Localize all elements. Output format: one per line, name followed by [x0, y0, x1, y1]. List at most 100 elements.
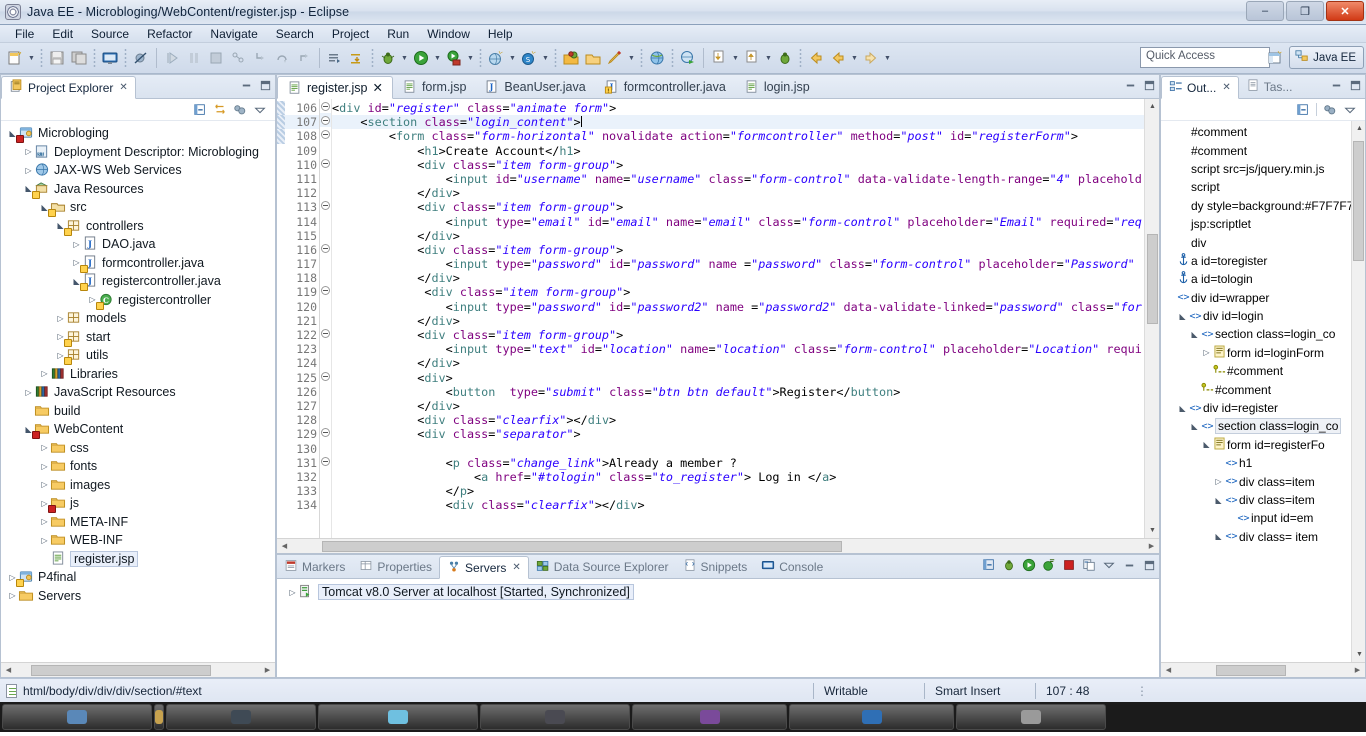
- back-icon[interactable]: [805, 47, 827, 69]
- outline-item[interactable]: dy style=background:#F7F7F7;: [1161, 197, 1351, 215]
- fold-toggle-icon[interactable]: [320, 127, 331, 141]
- debug-icon[interactable]: [377, 47, 399, 69]
- outline-item[interactable]: jsp:scriptlet: [1161, 215, 1351, 233]
- tree-item-fonts[interactable]: ▷ fonts: [1, 457, 275, 476]
- fold-toggle-icon[interactable]: [320, 99, 331, 113]
- tree-item-dao-java[interactable]: ▷ J DAO.java: [1, 235, 275, 254]
- new-wizard-icon[interactable]: [4, 47, 26, 69]
- tree-item-images[interactable]: ▷ images: [1, 476, 275, 495]
- outline-view-buttons[interactable]: [1329, 78, 1362, 92]
- bottom-maximize-icon[interactable]: [1142, 558, 1156, 572]
- code-line[interactable]: <input id="username" name="username" cla…: [332, 172, 1144, 186]
- scroll-down-icon[interactable]: ▼: [1147, 525, 1158, 536]
- vertical-dots-icon[interactable]: ⋮: [1126, 679, 1166, 703]
- tree-item-css[interactable]: ▷ css: [1, 439, 275, 458]
- console-icon[interactable]: [99, 47, 121, 69]
- twisty-collapsed-icon[interactable]: ▷: [287, 588, 298, 597]
- close-button[interactable]: ✕: [1326, 1, 1364, 21]
- twisty-collapsed-icon[interactable]: ▷: [39, 536, 50, 545]
- editor-tab-register-jsp[interactable]: register.jsp ✕: [277, 76, 393, 99]
- code-line[interactable]: <input type="email" id="email" name="ema…: [332, 215, 1144, 229]
- fold-toggle-icon[interactable]: [320, 454, 331, 468]
- outline-hscrollbar[interactable]: ◀ ▶: [1161, 662, 1365, 677]
- folding-ruler[interactable]: [320, 99, 332, 538]
- outline-item[interactable]: <> input id=em: [1161, 509, 1351, 527]
- tree-item-jax-ws-web-services[interactable]: ▷ JAX-WS Web Services: [1, 161, 275, 180]
- outline-item[interactable]: a id=tologin: [1161, 270, 1351, 288]
- collapse-all-icon[interactable]: [982, 558, 996, 572]
- bottom-panel-tabstrip[interactable]: Markers Properties Servers ✕ Data Source Exp…: [277, 555, 1159, 579]
- outline-item[interactable]: #comment: [1161, 123, 1351, 141]
- tree-item-src[interactable]: ◢ src: [1, 198, 275, 218]
- next-annotation-icon[interactable]: [324, 47, 346, 69]
- code-line[interactable]: <input type="password" id="password2" na…: [332, 300, 1144, 314]
- twisty-collapsed-icon[interactable]: ▷: [39, 369, 50, 378]
- run-as-server-icon[interactable]: [443, 47, 465, 69]
- project-explorer-view-buttons[interactable]: [239, 78, 272, 92]
- twisty-expanded-icon[interactable]: ◢: [1189, 422, 1200, 431]
- tab-servers[interactable]: Servers ✕: [439, 556, 529, 579]
- outline-tabstrip[interactable]: Out... ✕ Tas...: [1161, 75, 1365, 99]
- tab-outline[interactable]: Out... ✕: [1161, 76, 1239, 99]
- tree-item-servers[interactable]: ▷ Servers: [1, 587, 275, 606]
- open-type-icon[interactable]: [560, 47, 582, 69]
- outline-item[interactable]: <> div id=wrapper: [1161, 289, 1351, 307]
- scroll-left-icon[interactable]: ◀: [3, 665, 14, 676]
- code-line[interactable]: <div class="separator">: [332, 427, 1144, 441]
- code-line[interactable]: </div>: [332, 271, 1144, 285]
- debug-caret[interactable]: ▼: [399, 47, 410, 69]
- outline-toolbar[interactable]: [1161, 99, 1365, 121]
- menu-refactor[interactable]: Refactor: [138, 26, 201, 42]
- fold-toggle-icon[interactable]: [320, 369, 331, 383]
- new-sql-icon[interactable]: S: [518, 47, 540, 69]
- outline-item[interactable]: #comment: [1161, 362, 1351, 380]
- twisty-collapsed-icon[interactable]: ▷: [23, 166, 34, 175]
- close-icon[interactable]: ✕: [372, 80, 382, 95]
- bottom-minimize-icon[interactable]: [1122, 558, 1136, 572]
- perspective-bar[interactable]: Java EE: [1264, 46, 1364, 69]
- code-line[interactable]: <div id="register" class="animate form">: [332, 101, 1144, 115]
- new-dropdown-caret[interactable]: ▼: [26, 47, 37, 69]
- project-tree[interactable]: ◢ Microbloging ▷ 3.1 Deployment Descriptor: …: [1, 121, 275, 662]
- code-line[interactable]: <div class="item form-group">: [332, 285, 1144, 299]
- code-line[interactable]: <p class="change_link">Already a member …: [332, 456, 1144, 470]
- menu-bar[interactable]: File Edit Source Refactor Navigate Search Proj…: [0, 25, 1366, 43]
- outline-maximize-icon[interactable]: [1348, 78, 1362, 92]
- taskbar-item-1[interactable]: [2, 704, 152, 730]
- taskbar-item-4[interactable]: [318, 704, 478, 730]
- menu-source[interactable]: Source: [82, 26, 138, 42]
- twisty-collapsed-icon[interactable]: ▷: [39, 462, 50, 471]
- open-web-browser-icon[interactable]: [646, 47, 668, 69]
- tab-snippets[interactable]: Snippets: [676, 555, 755, 578]
- editor-tab-formcontroller-java[interactable]: J! formcontroller.java: [595, 75, 735, 98]
- taskbar-item-6[interactable]: [632, 704, 787, 730]
- outline-tree[interactable]: #comment #comment script src=js/jquery.min…: [1161, 121, 1351, 662]
- tree-item-java-resources[interactable]: ◢ Java Resources: [1, 180, 275, 199]
- editor-minimize-icon[interactable]: [1123, 78, 1137, 92]
- outline-item[interactable]: script: [1161, 178, 1351, 196]
- profile-server-icon[interactable]: [1042, 558, 1056, 572]
- tab-data-source-explorer[interactable]: Data Source Explorer: [529, 555, 676, 578]
- minimize-button[interactable]: –: [1246, 1, 1284, 21]
- tree-item-build[interactable]: build: [1, 402, 275, 421]
- close-icon[interactable]: ✕: [512, 562, 520, 573]
- outline-item[interactable]: ◢ <> div id=login: [1161, 307, 1351, 325]
- export-caret[interactable]: ▼: [763, 47, 774, 69]
- tree-item-deployment-descriptor-microbloging[interactable]: ▷ 3.1 Deployment Descriptor: Microbloging: [1, 143, 275, 162]
- editor-tab-beanuser-java[interactable]: J BeanUser.java: [475, 75, 594, 98]
- fold-toggle-icon[interactable]: [320, 241, 331, 255]
- twisty-expanded-icon[interactable]: ◢: [1213, 496, 1224, 505]
- import-icon[interactable]: [708, 47, 730, 69]
- outline-item[interactable]: <> h1: [1161, 454, 1351, 472]
- outline-item[interactable]: a id=toregister: [1161, 252, 1351, 270]
- publish-icon[interactable]: [1082, 558, 1096, 572]
- outline-item[interactable]: #comment: [1161, 141, 1351, 159]
- tree-item-controllers[interactable]: ◢ controllers: [1, 217, 275, 236]
- hscroll-thumb[interactable]: [31, 665, 211, 676]
- project-explorer-toolbar[interactable]: [1, 99, 275, 121]
- tree-item-meta-inf[interactable]: ▷ META-INF: [1, 513, 275, 532]
- menu-run[interactable]: Run: [378, 26, 418, 42]
- menu-window[interactable]: Window: [418, 26, 479, 42]
- source-editor[interactable]: 106 107 108 109 110 111 112 113 114 115 116 117 118 1…: [277, 99, 1159, 538]
- code-line[interactable]: </div>: [332, 186, 1144, 200]
